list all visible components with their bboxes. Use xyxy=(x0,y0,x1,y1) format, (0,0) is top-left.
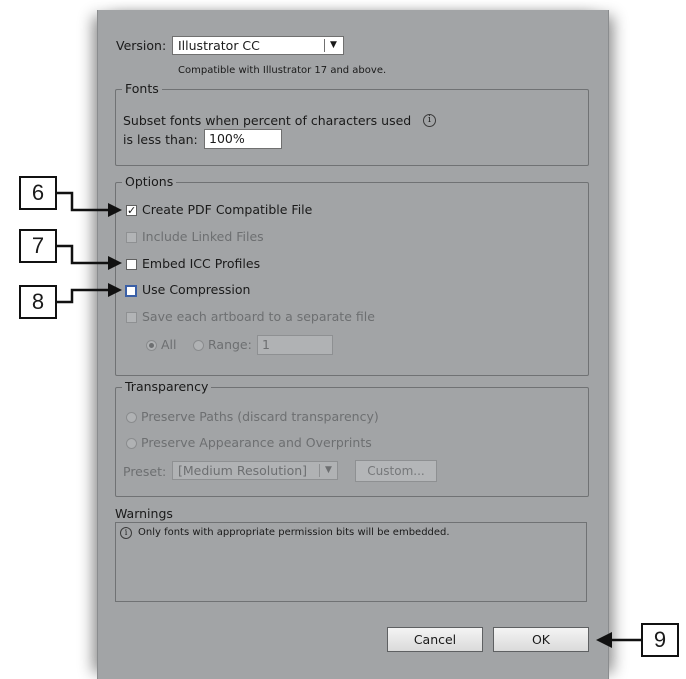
callout-7-line xyxy=(56,244,110,265)
callout-9: 9 xyxy=(641,623,679,657)
callout-arrows xyxy=(56,191,641,648)
arrowhead-6-icon xyxy=(108,203,122,217)
arrowhead-7-icon xyxy=(108,256,122,270)
callout-6: 6 xyxy=(19,176,57,210)
callout-8-line xyxy=(56,288,110,304)
callout-8: 8 xyxy=(19,285,57,319)
callout-7: 7 xyxy=(19,229,57,263)
arrowhead-9-icon xyxy=(596,632,612,648)
callout-6-line xyxy=(56,191,110,212)
arrowhead-8-icon xyxy=(108,283,122,297)
